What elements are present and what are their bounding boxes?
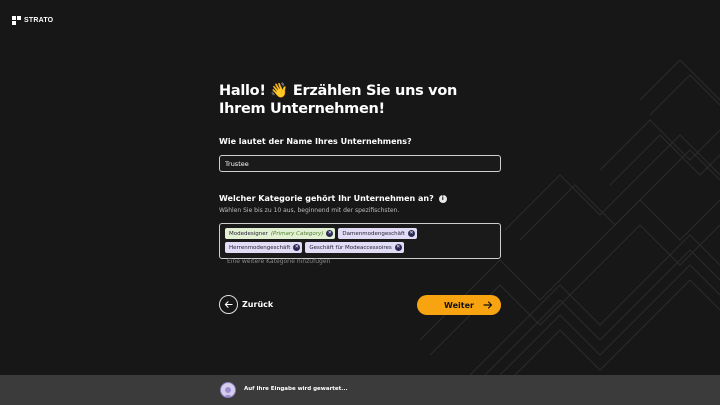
status-bar: Auf Ihre Eingabe wird gewartet... — [0, 375, 720, 405]
intro-section: Hallo! 👋 Erzählen Sie uns von Ihrem Unte… — [219, 82, 501, 118]
category-tag: Geschäft für Modeaccessoires ✕ — [305, 242, 404, 253]
brand-name: STRATO — [24, 17, 54, 24]
assistant-face-icon — [223, 387, 233, 397]
company-name-label: Wie lautet der Name Ihres Unternehmens? — [219, 137, 412, 146]
back-button[interactable]: Zurück — [219, 295, 273, 314]
status-text: Auf Ihre Eingabe wird gewartet... — [244, 386, 348, 392]
arrow-right-icon — [483, 301, 493, 309]
category-hint: Wählen Sie bis zu 10 aus, beginnend mit … — [219, 207, 400, 214]
strato-logo-icon — [12, 16, 21, 25]
page-title: Hallo! 👋 Erzählen Sie uns von Ihrem Unte… — [219, 83, 458, 117]
tag-label: Modedesigner — [229, 230, 268, 237]
category-tag: Damenmodengeschäft ✕ — [338, 228, 417, 239]
remove-tag-icon[interactable]: ✕ — [326, 230, 334, 237]
next-button[interactable]: Weiter — [417, 295, 501, 315]
tag-label: Geschäft für Modeaccessoires — [309, 244, 392, 251]
category-tag-primary: Modedesigner (Primary Category) ✕ — [225, 228, 336, 239]
category-selector[interactable]: Modedesigner (Primary Category) ✕ Damenm… — [219, 223, 501, 267]
tag-label: Damenmodengeschäft — [342, 230, 405, 237]
tag-label: Herrenmodengeschäft — [229, 244, 291, 251]
add-category-input[interactable] — [225, 256, 345, 267]
category-question: Welcher Kategorie gehört Ihr Unternehmen… — [219, 194, 447, 203]
next-label: Weiter — [444, 300, 474, 310]
back-button-circle — [219, 295, 238, 314]
remove-tag-icon[interactable]: ✕ — [407, 230, 415, 237]
arrow-left-icon — [224, 301, 233, 308]
strato-logo[interactable]: STRATO — [12, 16, 53, 25]
back-label: Zurück — [242, 300, 274, 309]
info-icon[interactable]: i — [438, 194, 447, 203]
remove-tag-icon[interactable]: ✕ — [293, 244, 301, 251]
remove-tag-icon[interactable]: ✕ — [394, 244, 402, 251]
primary-category-note: (Primary Category) — [270, 230, 324, 237]
category-label: Welcher Kategorie gehört Ihr Unternehmen… — [219, 194, 434, 203]
category-tag: Herrenmodengeschäft ✕ — [225, 242, 303, 253]
background-wave-lines — [419, 59, 720, 375]
company-name-input[interactable] — [219, 155, 501, 172]
assistant-avatar — [220, 382, 236, 398]
